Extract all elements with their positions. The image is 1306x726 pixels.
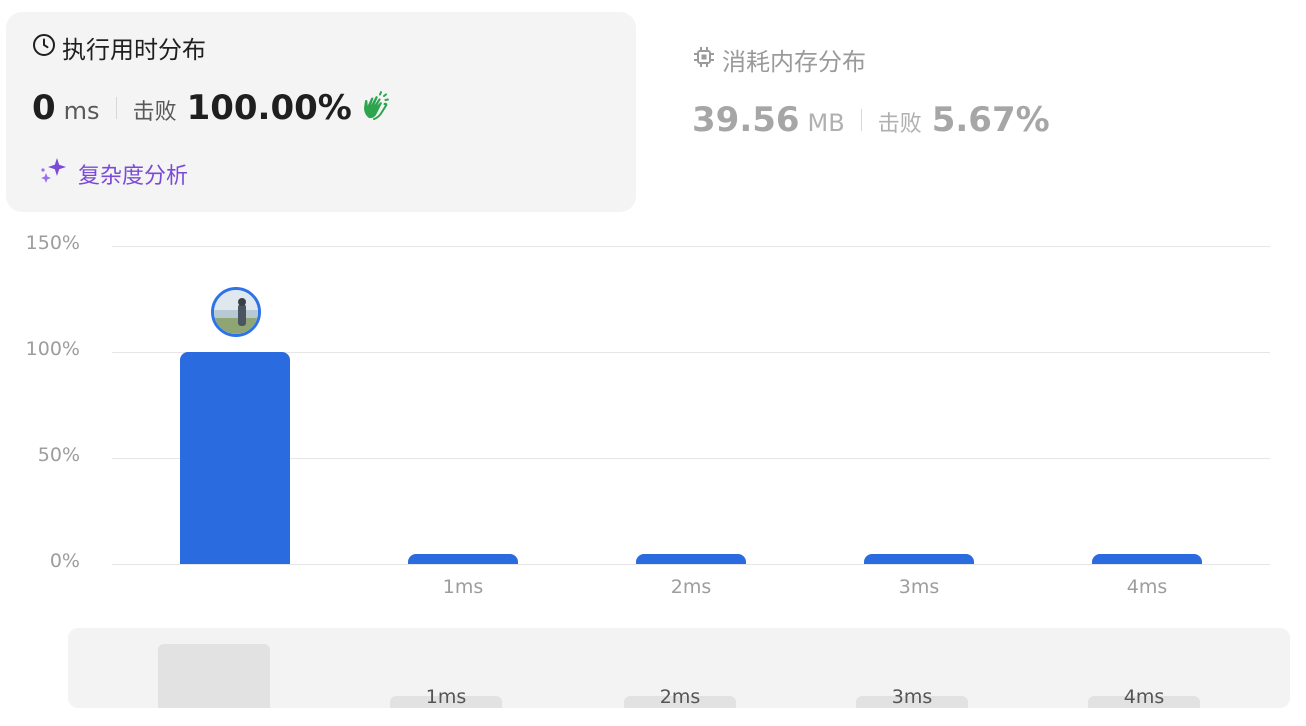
grid-line <box>112 564 1270 565</box>
x-tick-label: 3ms <box>898 576 940 598</box>
bar-4ms[interactable] <box>1092 554 1202 564</box>
memory-title[interactable]: 消耗内存分布 <box>692 42 866 77</box>
memory-beat-label: 击败 <box>877 112 922 137</box>
range-selection[interactable] <box>158 644 270 708</box>
grid-line <box>112 246 1270 247</box>
memory-title-text: 消耗内存分布 <box>722 48 866 76</box>
clapping-hands-icon <box>360 91 390 125</box>
runtime-beat-label: 击败 <box>132 100 177 125</box>
y-tick-label: 50% <box>37 444 80 466</box>
memory-unit: MB <box>807 109 845 137</box>
sparkle-icon <box>38 156 68 192</box>
memory-value: 39.56 <box>692 100 800 140</box>
mini-x-label: 3ms <box>891 686 933 708</box>
mini-x-label: 2ms <box>659 686 701 708</box>
memory-stats: 39.56 MB 击败 5.67% <box>692 100 1050 140</box>
complexity-analysis-link[interactable]: 复杂度分析 <box>38 156 188 192</box>
clock-icon <box>32 33 56 63</box>
runtime-unit: ms <box>63 97 100 125</box>
mini-x-label: 1ms <box>425 686 467 708</box>
divider <box>115 97 117 119</box>
runtime-value: 0 <box>32 88 56 128</box>
x-tick-label: 2ms <box>670 576 712 598</box>
runtime-title: 执行用时分布 <box>32 30 206 65</box>
divider <box>860 109 862 131</box>
bar-2ms[interactable] <box>636 554 746 564</box>
complexity-analysis-label: 复杂度分析 <box>78 164 189 189</box>
memory-beat-percent: 5.67% <box>931 100 1050 140</box>
y-tick-label: 0% <box>49 550 80 572</box>
range-overview-chart[interactable]: 1ms 2ms 3ms 4ms <box>68 628 1290 708</box>
bar-1ms[interactable] <box>408 554 518 564</box>
y-tick-label: 150% <box>25 232 80 254</box>
chip-icon <box>692 45 716 75</box>
runtime-beat-percent: 100.00% <box>186 88 352 128</box>
bar-0ms[interactable] <box>180 352 290 564</box>
mini-x-label: 4ms <box>1123 686 1165 708</box>
y-tick-label: 100% <box>25 338 80 360</box>
x-tick-label: 1ms <box>442 576 484 598</box>
x-tick-label: 4ms <box>1126 576 1168 598</box>
runtime-title-text: 执行用时分布 <box>62 36 206 64</box>
user-avatar[interactable] <box>211 287 261 337</box>
runtime-stats: 0 ms 击败 100.00% <box>32 88 390 128</box>
bar-3ms[interactable] <box>864 554 974 564</box>
submission-distribution-page: 执行用时分布 0 ms 击败 100.00% 复杂度分析 消耗内存分布 39.5… <box>0 0 1306 726</box>
